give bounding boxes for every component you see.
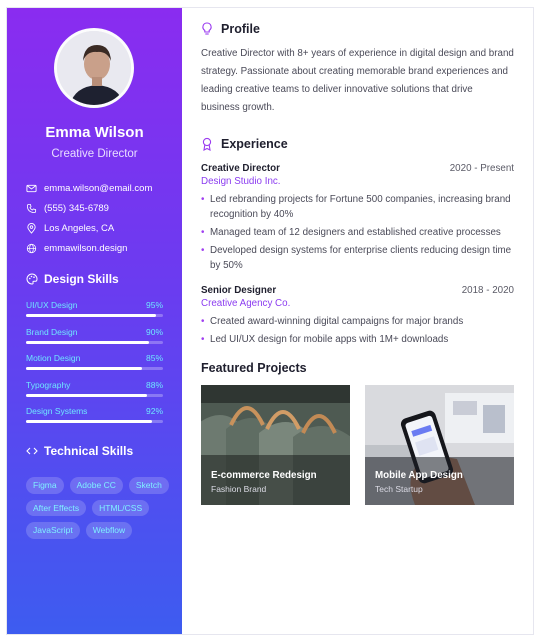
palette-icon <box>26 273 38 285</box>
contact-phone[interactable]: (555) 345-6789 <box>26 198 152 218</box>
skill-bar <box>26 314 163 317</box>
job-bullets: Led rebranding projects for Fortune 500 … <box>201 192 514 273</box>
skill-bar <box>26 367 163 370</box>
main-content: Profile Creative Director with 8+ years … <box>201 22 514 505</box>
contact-phone-text: (555) 345-6789 <box>44 202 109 214</box>
skill-label: Typography <box>26 379 71 390</box>
skill-percent: 92% <box>145 406 163 416</box>
contact-location-text: Los Angeles, CA <box>44 222 115 234</box>
project-subtitle: Tech Startup <box>375 484 423 494</box>
skill-percent: 95% <box>145 300 163 310</box>
skill-item: Motion Design 85% <box>26 353 163 380</box>
skill-item: Brand Design 90% <box>26 327 163 354</box>
skill-tag: Webflow <box>85 522 133 539</box>
job-dates: 2018 - 2020 <box>461 285 514 296</box>
project-subtitle: Fashion Brand <box>211 484 267 494</box>
profile-summary: Creative Director with 8+ years of exper… <box>201 48 514 113</box>
contact-email-text: emma.wilson@email.com <box>44 182 153 194</box>
skill-bar-fill <box>26 393 147 397</box>
sidebar: Emma Wilson Creative Director emma.wilso… <box>7 8 182 634</box>
job-company: Creative Agency Co. <box>201 298 291 309</box>
skill-percent: 88% <box>145 379 163 390</box>
job-bullet: Led UI/UX design for mobile apps with 1M… <box>201 332 514 347</box>
technical-skills-heading: Technical Skills <box>26 444 133 458</box>
code-icon <box>26 445 38 457</box>
profile-heading: Profile <box>201 22 514 36</box>
candidate-title: Creative Director <box>51 148 138 160</box>
projects-heading-text: Featured Projects <box>201 361 307 375</box>
contact-location: Los Angeles, CA <box>26 218 152 238</box>
skill-label: Design Systems <box>26 406 88 416</box>
skill-tag: Sketch <box>128 477 169 494</box>
skill-label: Motion Design <box>26 353 81 363</box>
globe-icon <box>26 243 37 254</box>
skill-bar <box>26 340 163 344</box>
skill-bar-fill <box>26 420 153 423</box>
candidate-name: Emma Wilson <box>45 124 144 141</box>
design-skills-heading: Design Skills <box>26 272 119 286</box>
mail-icon <box>26 183 37 194</box>
job-bullets: Created award-winning digital campaigns … <box>201 314 514 347</box>
skill-tag: HTML/CSS <box>92 499 150 516</box>
design-skills-list: UI/UX Design 95% Brand Design 90% Motion D… <box>26 300 163 433</box>
skill-tag: JavaScript <box>26 522 80 539</box>
lightbulb-icon <box>201 22 214 36</box>
skill-bar <box>26 420 163 423</box>
projects-grid: E-commerce Redesign Fashion Brand Mobile… <box>201 385 514 505</box>
technical-skills-heading-text: Technical Skills <box>44 444 134 458</box>
design-skills-heading-text: Design Skills <box>44 272 119 286</box>
experience-heading-text: Experience <box>221 137 288 151</box>
job-bullet: Created award-winning digital campaigns … <box>201 314 514 329</box>
job-bullet: Led rebranding projects for Fortune 500 … <box>201 192 514 222</box>
project-card[interactable]: Mobile App Design Tech Startup <box>365 385 514 505</box>
technical-skills-tags: Figma Adobe CC Sketch After Effects HTML… <box>26 477 171 539</box>
project-title: E-commerce Redesign <box>211 470 317 481</box>
skill-bar-fill <box>26 314 157 317</box>
skill-bar-fill <box>26 340 150 344</box>
project-card[interactable]: E-commerce Redesign Fashion Brand <box>201 385 350 505</box>
skill-percent: 85% <box>145 353 163 363</box>
job-bullet: Managed team of 12 designers and establi… <box>201 225 514 240</box>
phone-icon <box>26 203 37 214</box>
profile-heading-text: Profile <box>221 22 260 36</box>
skill-item: Typography 88% <box>26 380 163 407</box>
skill-bar <box>26 393 163 397</box>
skill-bar-fill <box>26 367 143 370</box>
award-icon <box>201 137 214 151</box>
job-bullet: Developed design systems for enterprise … <box>201 243 514 273</box>
job-title: Creative Director <box>201 163 280 174</box>
contact-list: emma.wilson@email.com (555) 345-6789 Los… <box>26 178 152 258</box>
skill-label: UI/UX Design <box>26 300 78 310</box>
skill-tag: Figma <box>26 477 64 494</box>
job-entry: Creative Director 2020 - Present Design … <box>201 163 514 273</box>
projects-heading: Featured Projects <box>201 361 514 375</box>
avatar <box>54 28 134 108</box>
location-pin-icon <box>26 222 37 234</box>
skill-percent: 90% <box>145 326 163 337</box>
skill-item: UI/UX Design 95% <box>26 300 163 327</box>
skill-item: Design Systems 92% <box>26 406 163 433</box>
contact-email[interactable]: emma.wilson@email.com <box>26 178 152 198</box>
contact-website-text: emmawilson.design <box>44 242 128 254</box>
job-title: Senior Designer <box>201 285 277 296</box>
project-title: Mobile App Design <box>375 470 463 481</box>
skill-tag: After Effects <box>26 499 87 516</box>
job-entry: Senior Designer 2018 - 2020 Creative Age… <box>201 285 514 347</box>
job-dates: 2020 - Present <box>449 163 514 174</box>
contact-website[interactable]: emmawilson.design <box>26 238 152 258</box>
skill-tag: Adobe CC <box>69 477 123 494</box>
experience-heading: Experience <box>201 137 514 151</box>
job-company: Design Studio Inc. <box>201 176 281 187</box>
skill-label: Brand Design <box>26 326 78 337</box>
